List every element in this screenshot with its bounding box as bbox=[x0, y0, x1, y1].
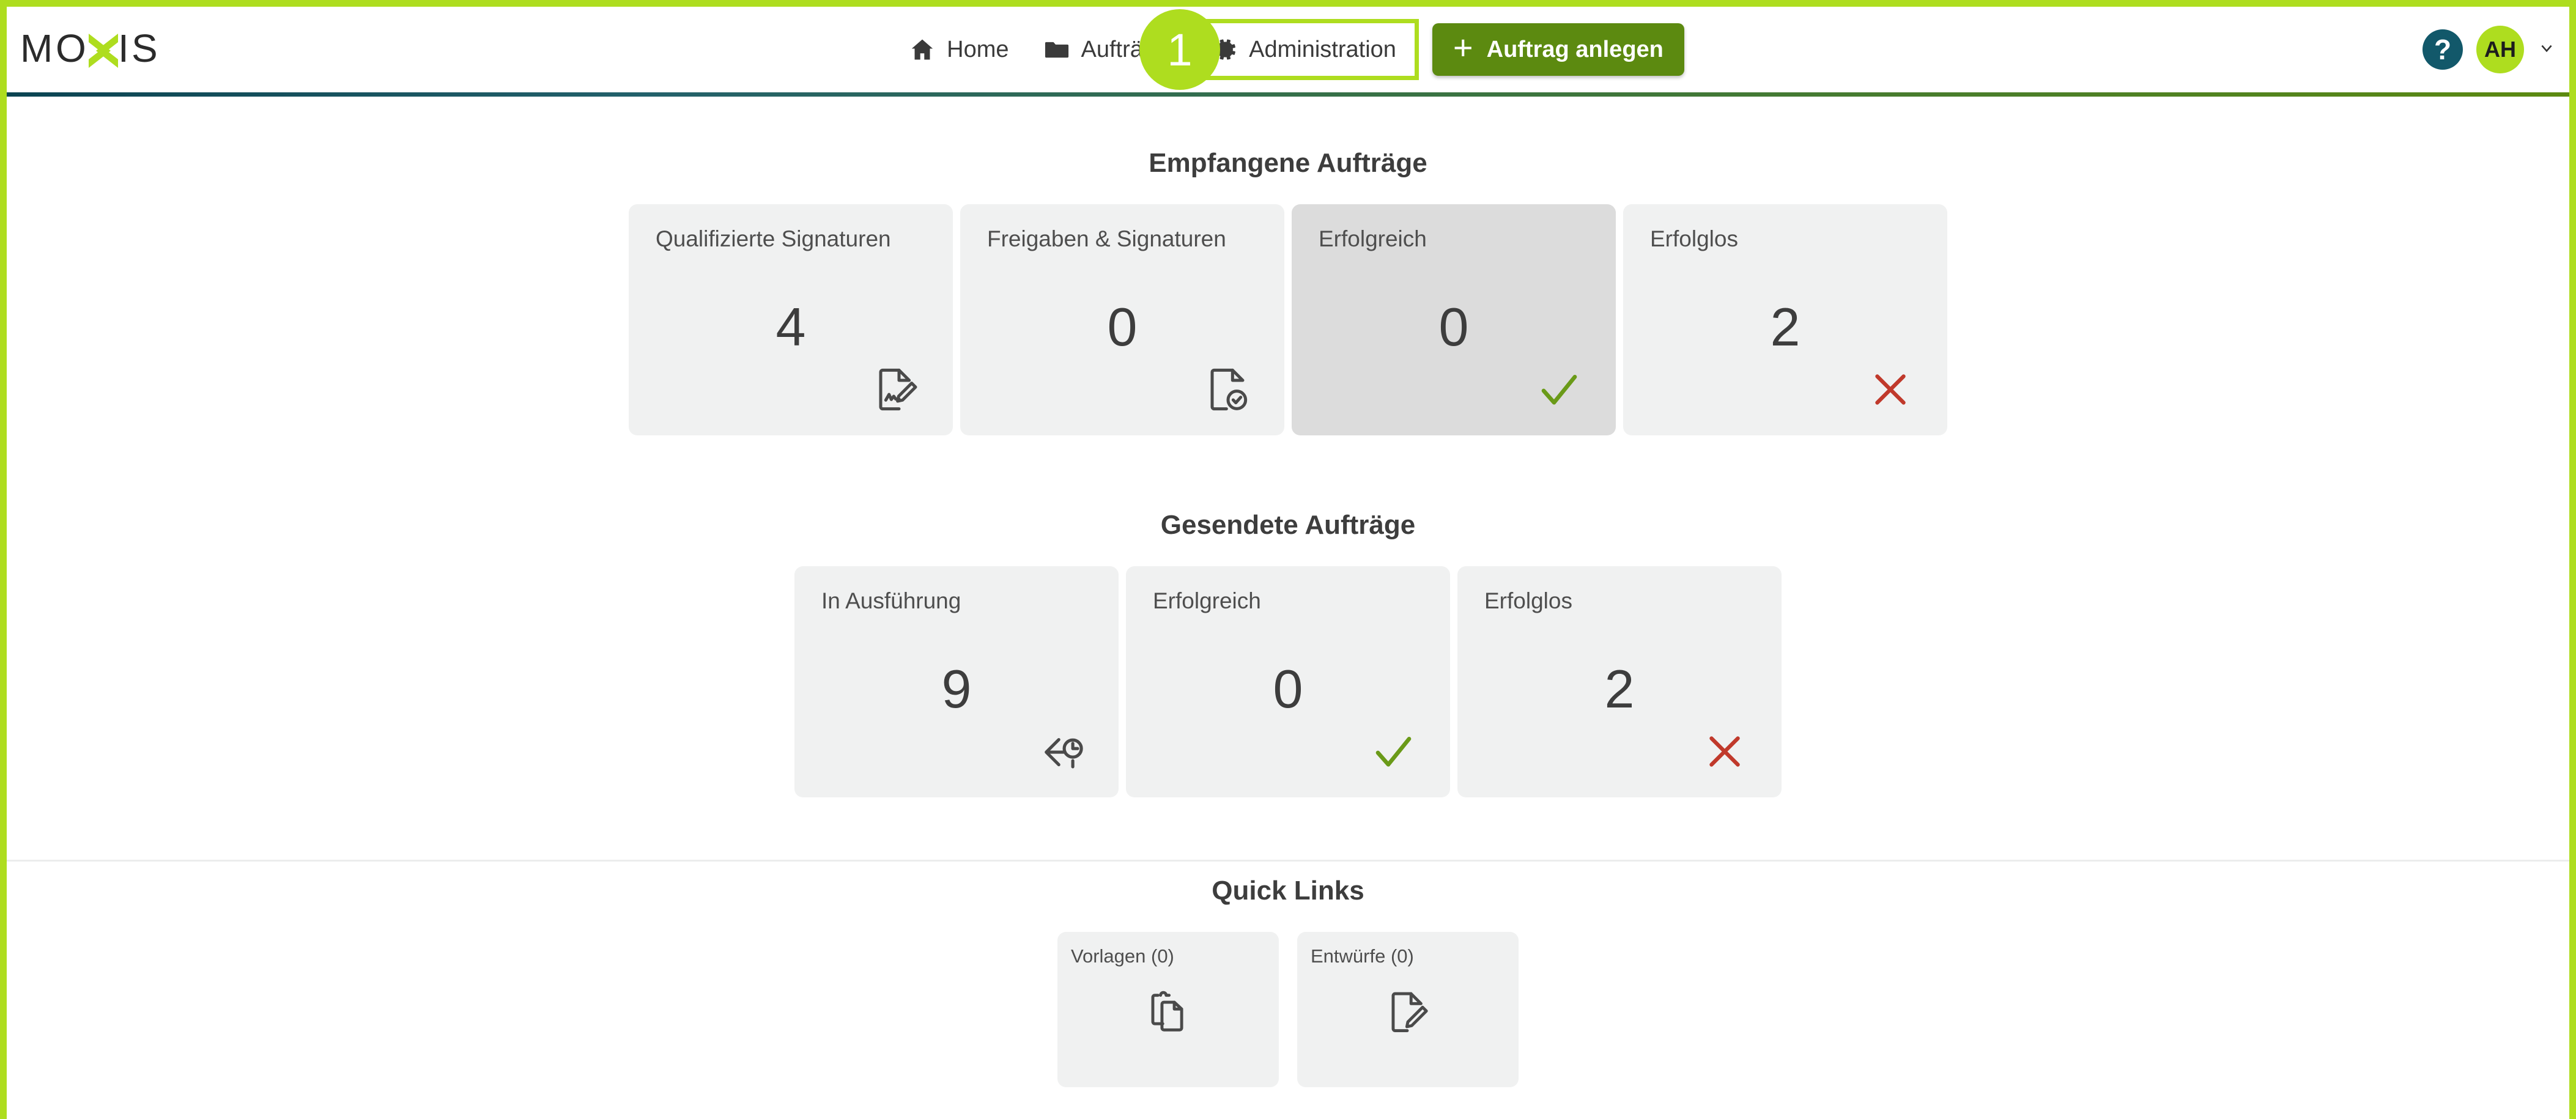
stat-card-label: In Ausführung bbox=[821, 588, 961, 613]
app-header: M O I S Home Aufträge Administration + A… bbox=[7, 7, 2569, 92]
stat-card-label: Freigaben & Signaturen bbox=[987, 226, 1226, 251]
stat-card-label: Erfolgreich bbox=[1319, 226, 1427, 251]
stat-card-value: 0 bbox=[1107, 297, 1138, 357]
template-copy-icon bbox=[1057, 988, 1279, 1036]
cross-icon bbox=[1865, 364, 1915, 415]
section-title-received: Empfangene Aufträge bbox=[1149, 148, 1427, 178]
stat-card-label: Erfolglos bbox=[1650, 226, 1738, 251]
stat-card-erfolgreich-sent[interactable]: Erfolgreich 0 bbox=[1126, 566, 1450, 797]
stat-card-erfolglos-received[interactable]: Erfolglos 2 bbox=[1623, 204, 1947, 435]
help-icon-label: ? bbox=[2434, 34, 2452, 65]
cross-icon bbox=[1700, 726, 1750, 777]
quick-links-row: Vorlagen (0) Entwürfe (0) bbox=[7, 932, 2569, 1087]
stat-card-label: Erfolglos bbox=[1484, 588, 1572, 613]
avatar-initials: AH bbox=[2484, 37, 2516, 62]
stat-card-in-ausfuehrung[interactable]: In Ausführung 9 bbox=[794, 566, 1119, 797]
callout-badge-label: 1 bbox=[1167, 24, 1193, 75]
stat-card-label: Erfolgreich bbox=[1153, 588, 1261, 613]
avatar[interactable]: AH bbox=[2476, 26, 2524, 73]
section-title-quick-links: Quick Links bbox=[1212, 876, 1364, 906]
help-icon[interactable]: ? bbox=[2422, 29, 2463, 70]
main-content: Empfangene Aufträge Qualifizierte Signat… bbox=[7, 97, 2569, 1119]
stat-card-erfolgreich-received[interactable]: Erfolgreich 0 bbox=[1292, 204, 1616, 435]
document-signature-icon bbox=[871, 364, 921, 415]
document-pencil-icon bbox=[1297, 988, 1519, 1036]
folder-icon bbox=[1043, 36, 1070, 63]
stat-card-value: 4 bbox=[775, 297, 806, 357]
quick-link-vorlagen[interactable]: Vorlagen (0) bbox=[1057, 932, 1279, 1087]
stat-card-value: 0 bbox=[1273, 659, 1303, 719]
quick-link-entwuerfe[interactable]: Entwürfe (0) bbox=[1297, 932, 1519, 1087]
check-icon bbox=[1534, 364, 1584, 415]
nav-item-home[interactable]: Home bbox=[892, 21, 1026, 78]
header-actions: ? AH bbox=[2422, 7, 2555, 92]
stat-card-freigaben-signaturen[interactable]: Freigaben & Signaturen 0 bbox=[960, 204, 1284, 435]
nav-item-home-label: Home bbox=[947, 36, 1009, 62]
header-gradient-rule bbox=[7, 92, 2569, 97]
sent-cards-row: In Ausführung 9 Erfolgreich 0 Erfolglos … bbox=[7, 566, 2569, 797]
stat-card-label: Qualifizierte Signaturen bbox=[656, 226, 891, 251]
create-order-button-label: Auftrag anlegen bbox=[1486, 36, 1664, 62]
section-divider bbox=[7, 860, 2569, 862]
stat-card-value: 2 bbox=[1770, 297, 1801, 357]
callout-badge-1: 1 bbox=[1139, 9, 1220, 90]
stat-card-value: 9 bbox=[941, 659, 972, 719]
main-navigation: Home Aufträge Administration + Auftrag a… bbox=[7, 7, 2569, 92]
check-icon bbox=[1368, 726, 1418, 777]
chevron-down-icon[interactable] bbox=[2539, 40, 2555, 59]
create-order-button[interactable]: + Auftrag anlegen bbox=[1432, 23, 1684, 76]
stat-card-value: 2 bbox=[1604, 659, 1635, 719]
stat-card-value: 0 bbox=[1438, 297, 1469, 357]
arrow-clock-icon bbox=[1037, 726, 1087, 777]
document-check-icon bbox=[1202, 364, 1253, 415]
home-icon bbox=[909, 36, 936, 63]
quick-link-label: Entwürfe (0) bbox=[1311, 945, 1414, 967]
nav-item-administration[interactable]: Administration bbox=[1188, 19, 1419, 80]
stat-card-erfolglos-sent[interactable]: Erfolglos 2 bbox=[1457, 566, 1782, 797]
plus-icon: + bbox=[1453, 28, 1473, 67]
section-title-sent: Gesendete Aufträge bbox=[1160, 510, 1416, 540]
page-frame: M O I S Home Aufträge Administration + A… bbox=[0, 0, 2576, 1119]
received-cards-row: Qualifizierte Signaturen 4 Freigaben & S… bbox=[7, 204, 2569, 435]
nav-item-administration-label: Administration bbox=[1249, 36, 1396, 62]
stat-card-qualifizierte-signaturen[interactable]: Qualifizierte Signaturen 4 bbox=[629, 204, 953, 435]
quick-link-label: Vorlagen (0) bbox=[1071, 945, 1174, 967]
